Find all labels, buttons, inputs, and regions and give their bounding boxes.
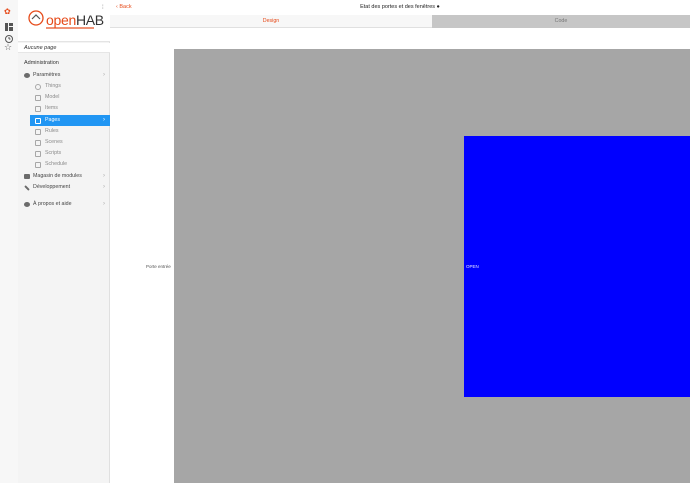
chevron-right-icon: › bbox=[103, 184, 105, 190]
sidebar-item-rules[interactable]: Rules bbox=[30, 126, 110, 137]
state-label: OPEN bbox=[466, 264, 479, 269]
wrench-icon bbox=[24, 185, 30, 191]
logo-text: openHAB bbox=[46, 12, 104, 28]
sidebar-item-apropos[interactable]: À propos et aide › bbox=[18, 199, 110, 210]
logo-underline bbox=[46, 27, 94, 29]
top-bar: ‹ Back Etat des portes et des fenêtres ● bbox=[110, 0, 690, 15]
openhab-logo-icon[interactable]: ✿ bbox=[4, 8, 14, 18]
page-title: Etat des portes et des fenêtres ● bbox=[360, 4, 440, 10]
state-widget[interactable] bbox=[464, 136, 690, 397]
wand-icon bbox=[35, 129, 41, 135]
openhab-logo-icon bbox=[28, 10, 44, 26]
tab-code[interactable]: Code bbox=[432, 15, 690, 28]
section-title: Administration bbox=[24, 60, 59, 66]
copy-icon bbox=[35, 106, 41, 112]
sidebar-item-things[interactable]: Things bbox=[30, 81, 110, 92]
sidebar-item-items[interactable]: Items bbox=[30, 103, 110, 114]
sidebar-item-scenes[interactable]: Scenes bbox=[30, 137, 110, 148]
history-icon[interactable] bbox=[4, 31, 14, 43]
film-icon bbox=[35, 140, 41, 146]
sidebar-item-model[interactable]: Model bbox=[30, 92, 110, 103]
star-icon[interactable]: ☆ bbox=[4, 43, 14, 53]
sidebar-item-scripts[interactable]: Scripts bbox=[30, 148, 110, 159]
sidebar-item-developpement[interactable]: Développement › bbox=[18, 182, 110, 193]
sidebar-item-schedule[interactable]: Schedule bbox=[30, 159, 110, 170]
sidebar-item-parametres[interactable]: Paramètres › bbox=[18, 70, 110, 81]
chevron-right-icon: › bbox=[103, 173, 105, 179]
lightbulb-icon bbox=[35, 84, 41, 90]
sidebar-pin-icon[interactable]: ⁞ bbox=[102, 5, 104, 11]
sidebar-item-magasin[interactable]: Magasin de modules › bbox=[18, 171, 110, 182]
tab-design[interactable]: Design bbox=[110, 15, 432, 28]
logo-area: openHAB ⁞ bbox=[18, 0, 110, 42]
current-page[interactable]: Aucune page bbox=[18, 43, 110, 53]
calendar-icon bbox=[35, 162, 41, 168]
chevron-right-icon: › bbox=[103, 117, 105, 123]
icon-rail: ✿ ☆ bbox=[0, 0, 19, 483]
chevron-right-icon: › bbox=[103, 201, 105, 207]
widget-label: Porte entrée bbox=[146, 264, 171, 269]
sidebar: openHAB ⁞ Aucune page Administration Par… bbox=[18, 0, 110, 483]
help-icon bbox=[24, 202, 30, 207]
tab-bar: Design Code bbox=[110, 15, 690, 28]
doc-icon bbox=[35, 151, 41, 157]
list-icon bbox=[35, 95, 41, 101]
chevron-right-icon: › bbox=[103, 72, 105, 78]
pages-icon[interactable] bbox=[4, 19, 14, 31]
gear-icon bbox=[24, 73, 30, 78]
tv-icon bbox=[35, 118, 41, 124]
sidebar-item-pages[interactable]: Pages › bbox=[30, 115, 110, 126]
store-icon bbox=[24, 174, 30, 179]
